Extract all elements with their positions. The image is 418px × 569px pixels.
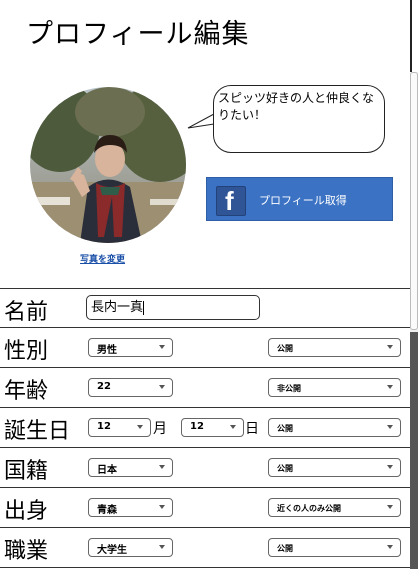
gender-visibility-select[interactable]: 公開 (268, 338, 401, 357)
scrollbar-lower (410, 332, 418, 569)
occupation-visibility-select[interactable]: 公開 (268, 538, 401, 557)
hometown-select[interactable]: 青森 (88, 498, 173, 517)
chevron-down-icon (230, 425, 236, 429)
hometown-value: 青森 (97, 505, 117, 516)
page-title: プロフィール編集 (26, 19, 250, 50)
birth-month-select[interactable]: 12 (88, 418, 151, 437)
hometown-visibility-select[interactable]: 近くの人のみ公開 (268, 498, 401, 517)
chevron-down-icon (387, 385, 393, 389)
chevron-down-icon (159, 465, 165, 469)
age-row: 年齢 22 非公開 (0, 368, 410, 408)
hometown-label: 出身 (4, 499, 49, 524)
age-select[interactable]: 22 (88, 378, 173, 397)
name-value: 長内一真 (91, 300, 144, 315)
chevron-down-icon (387, 345, 393, 349)
chevron-down-icon (159, 545, 165, 549)
bubble-text: スピッツ好きの人と仲良くなりたい！ (218, 91, 375, 122)
avatar[interactable] (30, 87, 186, 243)
speech-bubble-tail (187, 113, 215, 129)
birthday-label: 誕生日 (4, 419, 71, 444)
name-label: 名前 (4, 300, 49, 325)
occupation-select[interactable]: 大学生 (88, 538, 173, 557)
age-visibility-value: 非公開 (277, 384, 301, 393)
chevron-down-icon (387, 425, 393, 429)
chevron-down-icon (387, 465, 393, 469)
scrollbar-thumb[interactable] (410, 72, 418, 330)
gender-visibility-value: 公開 (277, 344, 293, 353)
hometown-visibility-value: 近くの人のみ公開 (277, 504, 341, 513)
nationality-row: 国籍 日本 公開 (0, 448, 410, 488)
chevron-down-icon (387, 505, 393, 509)
hometown-row: 出身 青森 近くの人のみ公開 (0, 488, 410, 528)
chevron-down-icon (159, 345, 165, 349)
birthday-visibility-select[interactable]: 公開 (268, 418, 401, 437)
age-value: 22 (97, 381, 111, 392)
age-label: 年齢 (4, 379, 49, 404)
nationality-label: 国籍 (4, 459, 49, 484)
nationality-visibility-value: 公開 (277, 464, 293, 473)
name-input[interactable]: 長内一真 (86, 295, 260, 320)
gender-value: 男性 (97, 345, 117, 356)
chevron-down-icon (137, 425, 143, 429)
chevron-down-icon (387, 545, 393, 549)
text-caret (143, 300, 145, 315)
day-unit: 日 (245, 421, 259, 437)
occupation-row: 職業 大学生 公開 (0, 528, 410, 568)
nationality-value: 日本 (97, 465, 117, 476)
occupation-label: 職業 (4, 539, 49, 564)
facebook-icon: f (216, 186, 246, 216)
change-photo-link[interactable]: 写真を変更 (80, 252, 125, 265)
birth-month-value: 12 (97, 421, 111, 432)
gender-row: 性別 男性 公開 (0, 328, 410, 368)
age-visibility-select[interactable]: 非公開 (268, 378, 401, 397)
gender-select[interactable]: 男性 (88, 338, 173, 357)
facebook-profile-button[interactable]: f プロフィール取得 (206, 177, 393, 221)
profile-form: 名前 長内一真 性別 男性 公開 年齢 22 非公開 誕生日 12 月 12 日… (0, 288, 410, 568)
occupation-value: 大学生 (97, 545, 127, 556)
chevron-down-icon (159, 505, 165, 509)
birth-day-select[interactable]: 12 (181, 418, 244, 437)
occupation-visibility-value: 公開 (277, 544, 293, 553)
chevron-down-icon (159, 385, 165, 389)
birthday-row: 誕生日 12 月 12 日 公開 (0, 408, 410, 448)
birthday-visibility-value: 公開 (277, 424, 293, 433)
name-row: 名前 長内一真 (0, 288, 410, 328)
nationality-select[interactable]: 日本 (88, 458, 173, 477)
nationality-visibility-select[interactable]: 公開 (268, 458, 401, 477)
facebook-button-label: プロフィール取得 (259, 194, 347, 207)
gender-label: 性別 (4, 339, 49, 364)
month-unit: 月 (153, 421, 167, 437)
birth-day-value: 12 (190, 421, 204, 432)
avatar-photo (30, 87, 186, 243)
